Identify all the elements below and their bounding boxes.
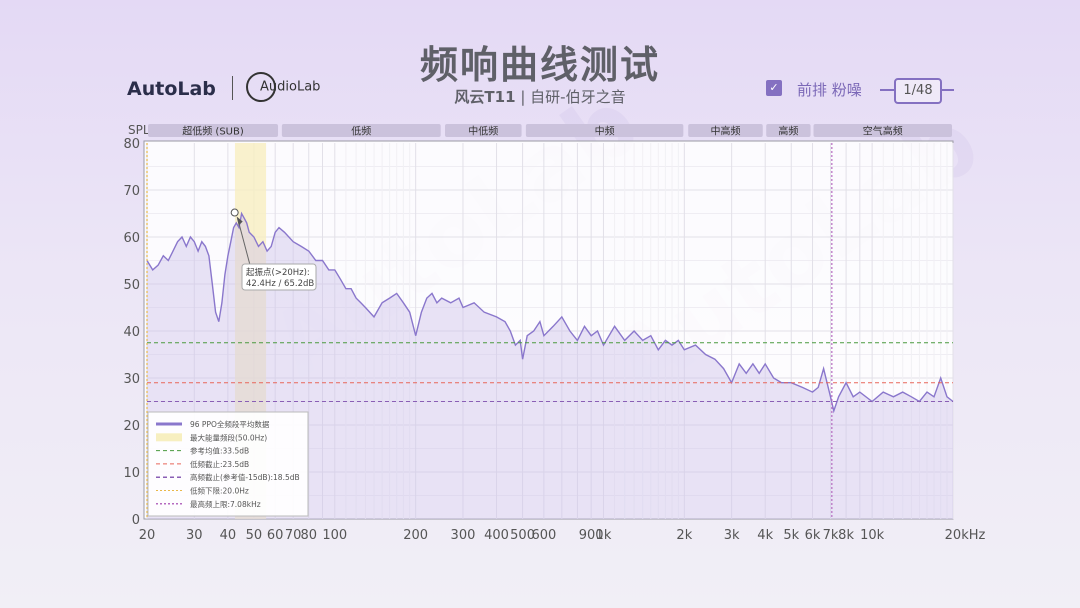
x-tick-label: 80 [300, 528, 317, 543]
y-tick-label: 20 [123, 419, 140, 434]
annotation-line2: 42.4Hz / 65.2dB [246, 279, 314, 289]
band-label: 中频 [595, 125, 615, 138]
x-tick-label: 600 [531, 528, 556, 543]
x-tick-label: 100 [322, 528, 347, 543]
legend-label: 96 PPO全频段平均数据 [190, 419, 270, 429]
x-tick-label: 5k [783, 528, 799, 543]
frequency-response-chart: AutoLabAutoLabSPL超低频 (SUB)低频中低频中频中高频高频空气… [0, 0, 1080, 608]
x-tick-label: 40 [220, 528, 237, 543]
y-tick-label: 0 [132, 513, 140, 528]
band-label: 空气高频 [863, 125, 903, 138]
x-tick-label: 2k [676, 528, 692, 543]
y-tick-label: 80 [123, 137, 140, 152]
y-tick-label: 40 [123, 325, 140, 340]
legend-label: 高频截止(参考值-15dB):18.5dB [190, 472, 300, 482]
y-tick-label: 10 [123, 466, 140, 481]
legend-label: 最高频上限:7.08kHz [190, 499, 261, 509]
x-tick-label: 7k [823, 528, 839, 543]
x-tick-label: 400 [484, 528, 509, 543]
x-tick-label: 70 [285, 528, 302, 543]
band-label: 低频 [351, 125, 371, 138]
onset-marker [231, 209, 238, 216]
x-tick-label: 4k [757, 528, 773, 543]
x-tick-label: 50 [246, 528, 263, 543]
band-label: 高频 [778, 125, 798, 138]
x-tick-label: 300 [451, 528, 476, 543]
y-tick-label: 70 [123, 184, 140, 199]
y-tick-label: 60 [123, 231, 140, 246]
band-label: 超低频 (SUB) [182, 125, 244, 138]
x-tick-label: 8k [838, 528, 854, 543]
x-tick-label: 1k [596, 528, 612, 543]
y-tick-label: 50 [123, 278, 140, 293]
legend-label: 最大能量频段(50.0Hz) [190, 432, 267, 442]
y-tick-label: 30 [123, 372, 140, 387]
band-label: 中低频 [468, 125, 498, 138]
legend-swatch [156, 433, 182, 441]
x-tick-label: 30 [186, 528, 203, 543]
legend-label: 低频截止:23.5dB [190, 459, 249, 469]
x-tick-label: 10k [860, 528, 885, 543]
band-label: 中高频 [710, 125, 740, 138]
y-axis-label: SPL [128, 123, 150, 137]
x-tick-label: 20kHz [945, 528, 986, 543]
x-tick-label: 20 [139, 528, 156, 543]
x-tick-label: 3k [724, 528, 740, 543]
x-tick-label: 6k [805, 528, 821, 543]
legend-label: 低频下限:20.0Hz [190, 486, 249, 496]
x-tick-label: 200 [403, 528, 428, 543]
x-tick-label: 60 [267, 528, 284, 543]
legend-label: 参考均值:33.5dB [190, 446, 249, 456]
annotation-line1: 起振点(>20Hz): [246, 267, 310, 278]
